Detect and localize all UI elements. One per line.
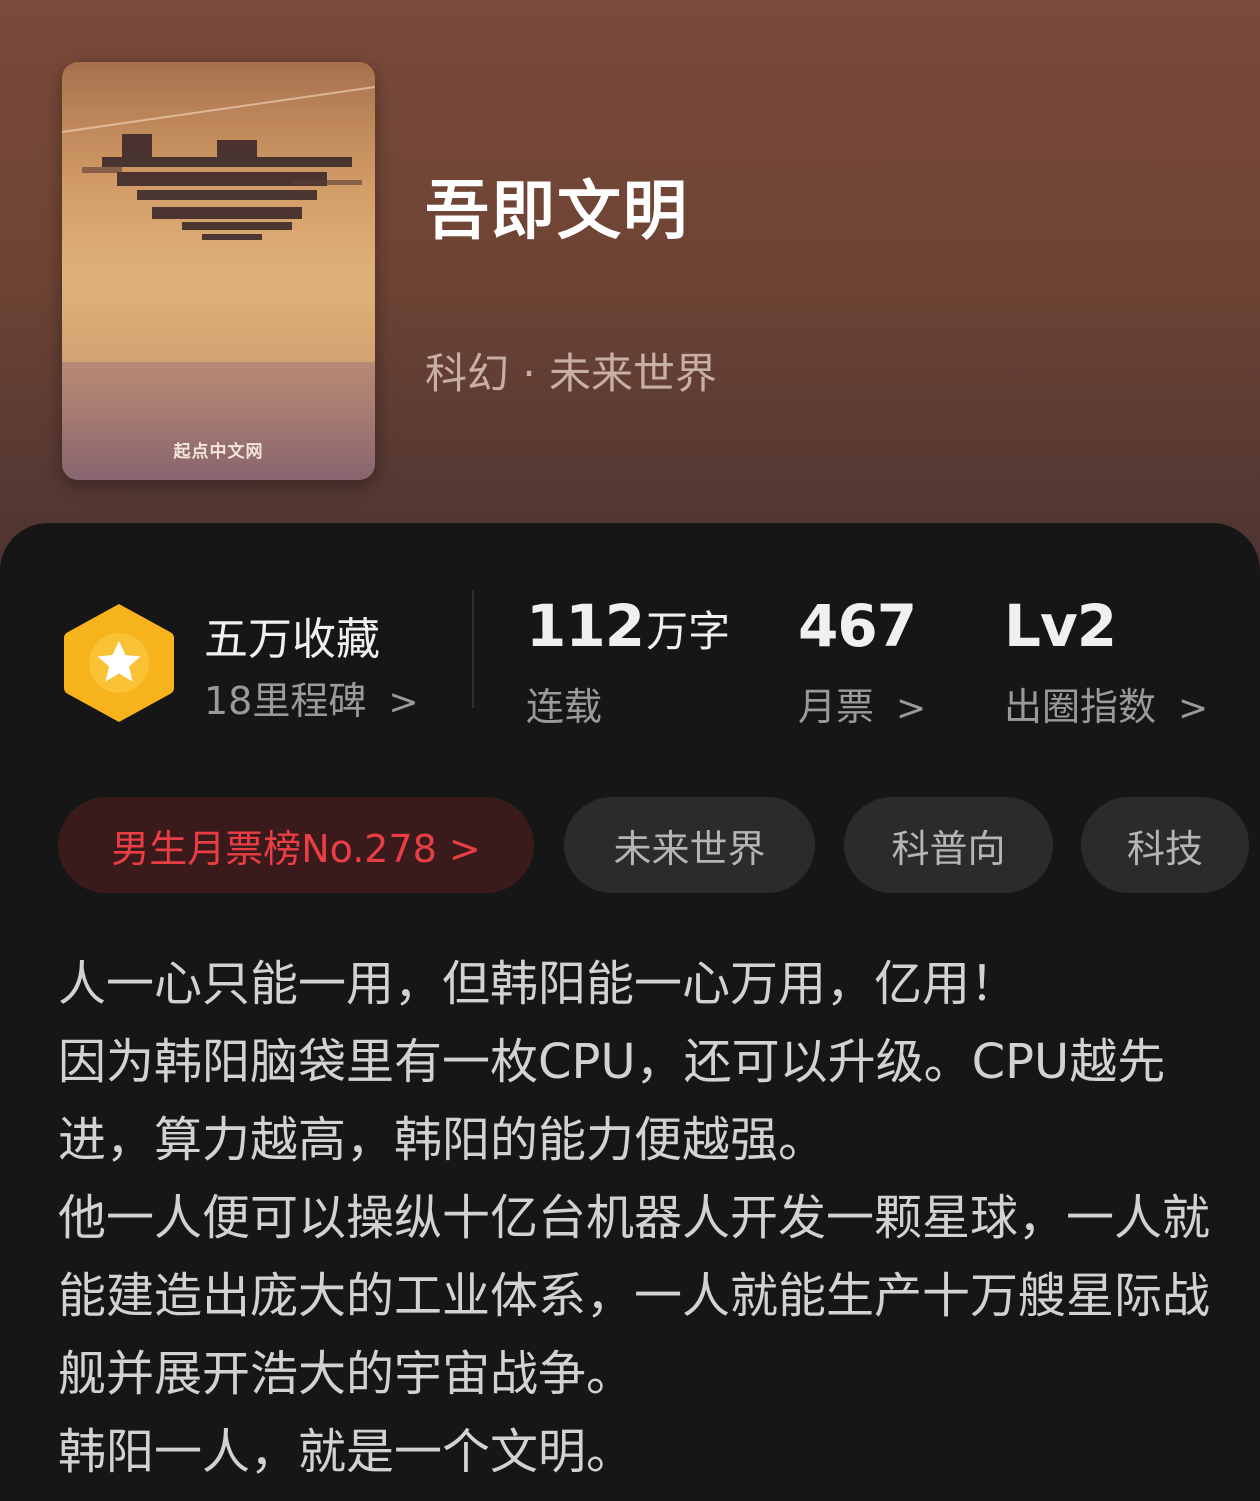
spaceship-illustration [62, 62, 375, 480]
description-paragraph: 韩阳一人，就是一个文明。 [58, 1424, 635, 1480]
book-title: 吾即文明 [425, 175, 689, 249]
book-genre[interactable]: 科幻 · 未来世界 [425, 340, 717, 401]
stats-divider [472, 590, 474, 708]
book-description[interactable]: 人一心只能一用，但韩阳能一心万用，亿用！ 因为韩阳脑袋里有一枚CPU，还可以升级… [58, 945, 1218, 1491]
ranking-tag[interactable]: 男生月票榜No.278 > [58, 797, 534, 893]
chevron-right-icon: > [1178, 688, 1209, 729]
description-paragraph: 他一人便可以操纵十亿台机器人开发一颗星球，一人就能建造出庞大的工业体系，一人就能… [58, 1190, 1211, 1402]
tag-popular-science[interactable]: 科普向 [844, 797, 1053, 893]
tag-future-world[interactable]: 未来世界 [564, 797, 815, 893]
tag-technology[interactable]: 科技 [1081, 797, 1249, 893]
monthly-votes-number: 467 [798, 592, 917, 660]
chevron-right-icon: > [388, 682, 419, 723]
word-count-number: 112 [526, 592, 645, 660]
milestone-label: 18里程碑 [204, 679, 367, 723]
milestone-link[interactable]: 18里程碑 > [204, 670, 419, 725]
serial-status: 连载 [526, 685, 603, 729]
tag-row: 男生月票榜No.278 > 未来世界 科普向 科技 [58, 797, 1260, 893]
word-count: 112万字 [526, 592, 730, 660]
chevron-right-icon: > [896, 688, 927, 729]
word-count-unit: 万字 [646, 607, 731, 656]
description-paragraph: 因为韩阳脑袋里有一枚CPU，还可以升级。CPU越先进，算力越高，韩阳的能力便越强… [58, 1034, 1166, 1168]
popularity-index-link[interactable]: 出圈指数 > [1004, 676, 1208, 731]
book-header: 起点中文网 吾即文明 科幻 · 未来世界 [0, 0, 1260, 600]
collection-title[interactable]: 五万收藏 [204, 603, 380, 667]
book-cover-image[interactable]: 起点中文网 [62, 62, 375, 480]
description-paragraph: 人一心只能一用，但韩阳能一心万用，亿用！ [58, 956, 1019, 1012]
cover-watermark: 起点中文网 [173, 442, 264, 462]
monthly-votes-link[interactable]: 月票 > [798, 676, 926, 731]
collection-badge-star-icon[interactable] [60, 600, 178, 726]
monthly-votes-label: 月票 [798, 685, 875, 729]
popularity-index-label: 出圈指数 [1004, 685, 1157, 729]
popularity-level: Lv2 [1004, 592, 1117, 660]
